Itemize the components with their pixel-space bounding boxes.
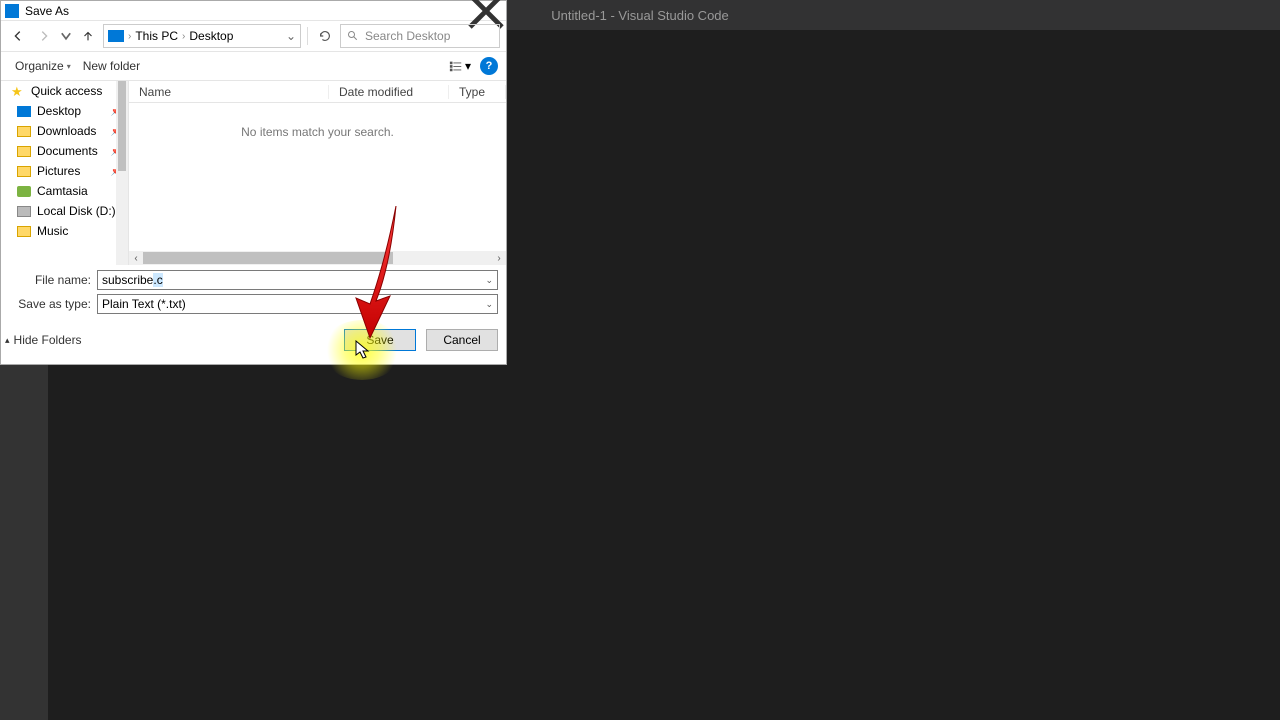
caret-down-icon: ▾ <box>67 62 71 71</box>
scroll-left-icon[interactable]: ‹ <box>129 251 143 265</box>
breadcrumb-dropdown[interactable]: ⌄ <box>286 29 296 43</box>
app-icon <box>5 4 19 18</box>
file-list-pane[interactable]: Name Date modified Type No items match y… <box>129 81 506 265</box>
chevron-right-icon: › <box>128 31 131 42</box>
sidebar-item-quick-access[interactable]: ★ Quick access <box>1 81 128 101</box>
star-icon: ★ <box>11 86 25 97</box>
refresh-button[interactable] <box>314 25 336 47</box>
back-button[interactable] <box>7 25 29 47</box>
breadcrumb-root[interactable]: This PC <box>135 29 178 43</box>
sidebar-item-desktop[interactable]: Desktop📌 <box>1 101 128 121</box>
recent-button[interactable] <box>59 25 73 47</box>
sidebar-item-label: Documents <box>37 144 98 158</box>
documents-icon <box>17 146 31 157</box>
sidebar-item-music[interactable]: Music <box>1 221 128 241</box>
cancel-button[interactable]: Cancel <box>426 329 498 351</box>
sidebar-item-documents[interactable]: Documents📌 <box>1 141 128 161</box>
filetype-row: Save as type: Plain Text (*.txt) ⌄ <box>1 292 506 316</box>
camtasia-icon <box>17 186 31 197</box>
column-date[interactable]: Date modified <box>329 85 449 99</box>
search-placeholder: Search Desktop <box>365 29 450 43</box>
refresh-icon <box>318 29 332 43</box>
sidebar-item-local-disk[interactable]: Local Disk (D:) <box>1 201 128 221</box>
filetype-label: Save as type: <box>9 297 91 311</box>
sidebar-item-downloads[interactable]: Downloads📌 <box>1 121 128 141</box>
scroll-right-icon[interactable]: › <box>492 251 506 265</box>
forward-icon <box>37 29 51 43</box>
save-as-dialog: Save As › This PC › Desktop ⌄ Search Des… <box>0 0 507 365</box>
breadcrumb[interactable]: › This PC › Desktop ⌄ <box>103 24 301 48</box>
toolbar: Organize▾ New folder ▾ ? <box>1 51 506 81</box>
new-folder-button[interactable]: New folder <box>77 56 146 76</box>
filename-label: File name: <box>9 273 91 287</box>
chevron-up-icon: ▴ <box>5 335 10 346</box>
search-icon <box>347 30 359 42</box>
sidebar-item-label: Quick access <box>31 84 102 98</box>
pictures-icon <box>17 166 31 177</box>
help-button[interactable]: ? <box>480 57 498 75</box>
view-mode-button[interactable]: ▾ <box>446 55 474 77</box>
downloads-icon <box>17 126 31 137</box>
sidebar-item-label: Downloads <box>37 124 96 138</box>
forward-button[interactable] <box>33 25 55 47</box>
vscode-title: Untitled-1 - Visual Studio Code <box>551 8 729 23</box>
dialog-titlebar[interactable]: Save As <box>1 1 506 21</box>
column-type[interactable]: Type <box>449 85 506 99</box>
music-icon <box>17 226 31 237</box>
chevron-right-icon: › <box>182 31 185 42</box>
sidebar-item-pictures[interactable]: Pictures📌 <box>1 161 128 181</box>
pc-icon <box>108 30 124 42</box>
up-icon <box>81 29 95 43</box>
empty-message: No items match your search. <box>129 103 506 139</box>
chevron-down-icon <box>59 29 73 43</box>
sidebar-item-label: Local Disk (D:) <box>37 204 116 218</box>
dialog-footer: ▴ Hide Folders Save Cancel <box>1 316 506 364</box>
sidebar-scrollbar[interactable] <box>116 81 128 265</box>
chevron-down-icon[interactable]: ⌄ <box>485 275 493 286</box>
scrollbar-thumb[interactable] <box>143 252 393 264</box>
search-input[interactable]: Search Desktop <box>340 24 500 48</box>
sidebar-scrollbar-thumb[interactable] <box>118 81 126 171</box>
organize-button[interactable]: Organize▾ <box>9 56 77 76</box>
chevron-down-icon[interactable]: ⌄ <box>485 299 493 310</box>
filetype-select[interactable]: Plain Text (*.txt) ⌄ <box>97 294 498 314</box>
filename-input[interactable]: subscribe.c ⌄ <box>97 270 498 290</box>
up-button[interactable] <box>77 25 99 47</box>
sidebar-item-label: Pictures <box>37 164 80 178</box>
hide-folders-button[interactable]: ▴ Hide Folders <box>5 333 82 347</box>
breadcrumb-folder[interactable]: Desktop <box>189 29 233 43</box>
nav-row: › This PC › Desktop ⌄ Search Desktop <box>1 21 506 51</box>
column-headers: Name Date modified Type <box>129 81 506 103</box>
sidebar-item-label: Desktop <box>37 104 81 118</box>
dialog-title: Save As <box>25 4 466 18</box>
disk-icon <box>17 206 31 217</box>
dialog-body: ★ Quick access Desktop📌 Downloads📌 Docume… <box>1 81 506 265</box>
close-button[interactable] <box>466 1 506 21</box>
sidebar[interactable]: ★ Quick access Desktop📌 Downloads📌 Docume… <box>1 81 129 265</box>
sidebar-item-label: Camtasia <box>37 184 88 198</box>
filename-row: File name: subscribe.c ⌄ <box>1 268 506 292</box>
column-name[interactable]: Name <box>129 85 329 99</box>
desktop-icon <box>17 106 31 117</box>
back-icon <box>11 29 25 43</box>
save-button[interactable]: Save <box>344 329 416 351</box>
horizontal-scrollbar[interactable]: ‹ › <box>129 251 506 265</box>
sidebar-item-camtasia[interactable]: Camtasia <box>1 181 128 201</box>
sidebar-item-label: Music <box>37 224 68 238</box>
list-icon <box>449 60 463 72</box>
caret-down-icon: ▾ <box>465 59 471 73</box>
